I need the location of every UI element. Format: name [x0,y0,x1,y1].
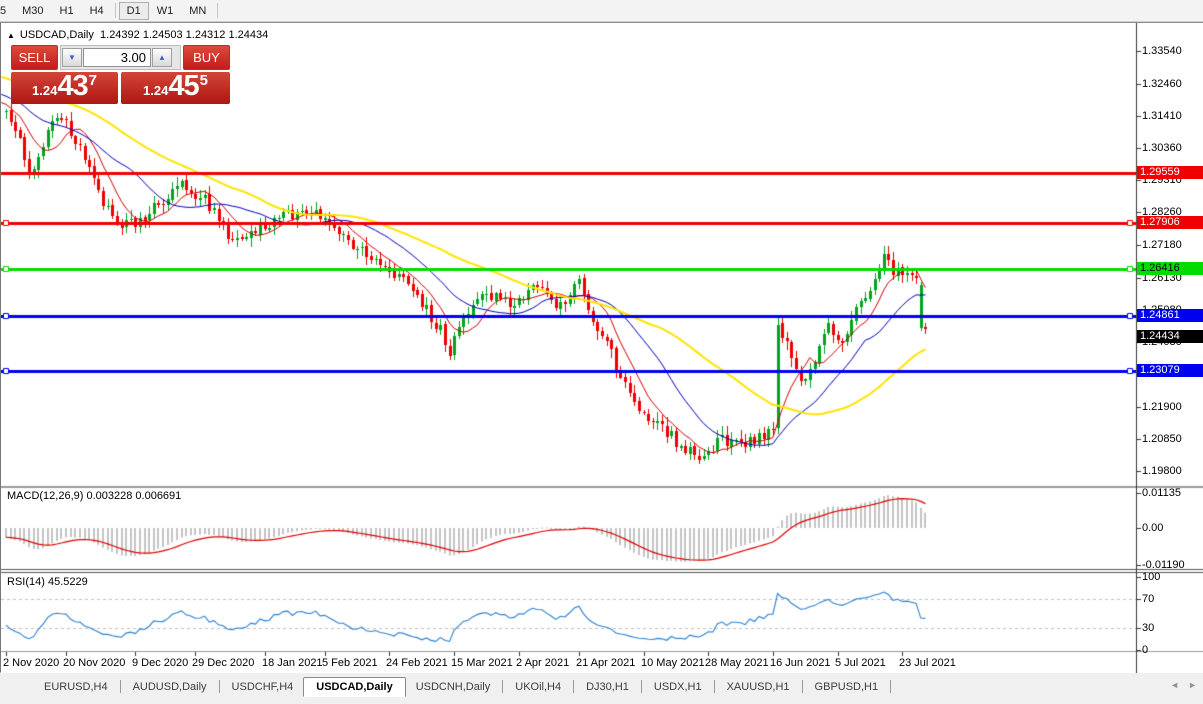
macd-indicator-label: MACD(12,26,9) 0.003228 0.006691 [7,490,182,502]
tab-separator [573,680,575,693]
date-axis-label: 18 Jan 2021 [262,657,323,669]
date-axis-label: 16 Jun 2021 [770,657,831,669]
date-axis-label: 21 Apr 2021 [576,657,636,669]
date-axis-label: 23 Jul 2021 [899,657,956,669]
chart-tab-audusd[interactable]: AUDUSD,Daily [123,678,217,696]
tab-separator [218,680,220,693]
buy-price-panel[interactable]: 1.24 45 5 [121,72,230,104]
chart-tab-usdcnh[interactable]: USDCNH,Daily [406,678,501,696]
sell-button[interactable]: SELL [11,45,58,70]
sell-price-small: 1.24 [32,83,58,98]
tabs-scroll-left-icon[interactable]: ◄ [1170,680,1179,690]
date-axis-label: 15 Mar 2021 [451,657,513,669]
tab-separator [640,680,642,693]
chart-tab-xauusd[interactable]: XAUUSD,H1 [717,678,800,696]
date-axis-label: 2 Apr 2021 [516,657,570,669]
chart-tab-dj30[interactable]: DJ30,H1 [576,678,639,696]
buy-button[interactable]: BUY [183,45,230,70]
rsi-axis-tick-label: 100 [1142,571,1161,583]
date-axis-label: 9 Dec 2020 [132,657,189,669]
tab-separator [119,680,121,693]
spin-down-icon: ▼ [68,53,76,62]
chart-tab-usdx[interactable]: USDX,H1 [644,678,712,696]
macd-axis-tick-label: 0.00 [1142,522,1164,534]
price-axis-tick-label: 1.31410 [1142,110,1182,122]
hline-price-tag: 1.24861 [1137,309,1203,322]
sell-price-sup: 7 [88,72,97,89]
buy-price-sup: 5 [199,72,208,89]
one-click-trade-panel: SELL ▼ ▲ BUY 1.24437 1.24455 [11,45,230,104]
toolbar-separator [114,3,116,18]
timeframe-button-mn[interactable]: MN [181,2,214,20]
chart-canvas[interactable] [1,23,1203,673]
timeframe-button-w1[interactable]: W1 [149,2,182,20]
date-axis-label: 5 Jul 2021 [835,657,886,669]
volume-decrease-button[interactable]: ▼ [62,48,82,67]
mt4-terminal: { "toolbar": { "items": [ {"label": "5",… [0,0,1203,704]
price-axis-tick-label: 1.20850 [1142,433,1182,445]
chart-tab-usdchf[interactable]: USDCHF,H4 [222,678,304,696]
spin-up-icon: ▲ [158,53,166,62]
chart-ohlc-values: 1.24392 1.24503 1.24312 1.24434 [100,29,269,41]
rsi-axis-tick-label: 30 [1142,622,1155,634]
chart-tabs-bar: EURUSD,H4 AUDUSD,Daily USDCHF,H4 USDCAD,Dai… [0,672,1203,704]
timeframe-button-d1[interactable]: D1 [118,1,149,20]
tab-separator [713,680,715,693]
timeframe-button-m30[interactable]: M30 [14,2,51,20]
macd-axis-tick-label: -0.01190 [1142,559,1185,571]
tabs-scroll-right-icon[interactable]: ► [1188,680,1197,690]
hline-price-tag: 1.23079 [1137,364,1203,377]
date-axis-label: 28 May 2021 [705,657,769,669]
rsi-indicator-label: RSI(14) 45.5229 [7,576,88,588]
sell-price-panel[interactable]: 1.24 43 7 [11,72,118,104]
chart-window: ▲ USDCAD,Daily 1.24392 1.24503 1.24312 1.… [0,22,1203,673]
chart-tab-eurusd[interactable]: EURUSD,H4 [34,678,118,696]
current-price-tag: 1.24434 [1137,330,1203,343]
timeframe-button-h1[interactable]: H1 [52,2,82,20]
volume-strip: ▼ ▲ [60,45,181,70]
date-axis-label: 2 Nov 2020 [3,657,60,669]
buy-price-big: 45 [168,70,199,102]
chart-tab-usdcad[interactable]: USDCAD,Daily [303,676,406,697]
collapse-arrow-icon[interactable]: ▲ [7,31,15,40]
toolbar-separator [217,3,219,18]
price-axis-tick-label: 1.30360 [1142,142,1182,154]
rsi-axis-tick-label: 70 [1142,593,1155,605]
tab-separator [890,680,892,693]
buy-price-small: 1.24 [143,83,169,98]
price-axis-tick-label: 1.19800 [1142,465,1182,477]
date-axis-label: 5 Feb 2021 [322,657,378,669]
price-axis-tick-label: 1.32460 [1142,78,1182,90]
tab-separator [502,680,504,693]
volume-increase-button[interactable]: ▲ [152,48,172,67]
price-axis-tick-label: 1.21900 [1142,401,1182,413]
price-axis-tick-label: 1.33540 [1142,45,1182,57]
sell-price-big: 43 [57,70,88,102]
date-axis-label: 29 Dec 2020 [192,657,255,669]
date-axis-label: 10 May 2021 [641,657,705,669]
price-axis-tick-label: 1.27180 [1142,239,1182,251]
date-axis-label: 24 Feb 2021 [386,657,448,669]
chart-tab-ukoil[interactable]: UKOil,H4 [505,678,571,696]
chart-tab-gbpusd[interactable]: GBPUSD,H1 [805,678,889,696]
timeframe-toolbar: 5 M30 H1 H4 D1 W1 MN [0,0,1203,22]
timeframe-button-5[interactable]: 5 [0,2,14,20]
chart-title: ▲ USDCAD,Daily 1.24392 1.24503 1.24312 1.… [7,29,268,41]
hline-price-tag: 1.26416 [1137,262,1203,275]
tab-separator [801,680,803,693]
rsi-axis-tick-label: 0 [1142,644,1149,656]
timeframe-button-h4[interactable]: H4 [82,2,112,20]
volume-input[interactable] [83,48,151,67]
macd-axis-tick-label: 0.01135 [1142,487,1181,499]
chart-symbol-period: USDCAD,Daily [19,29,94,41]
hline-price-tag: 1.29559 [1137,166,1203,179]
hline-price-tag: 1.27906 [1137,216,1203,229]
date-axis-label: 20 Nov 2020 [63,657,126,669]
